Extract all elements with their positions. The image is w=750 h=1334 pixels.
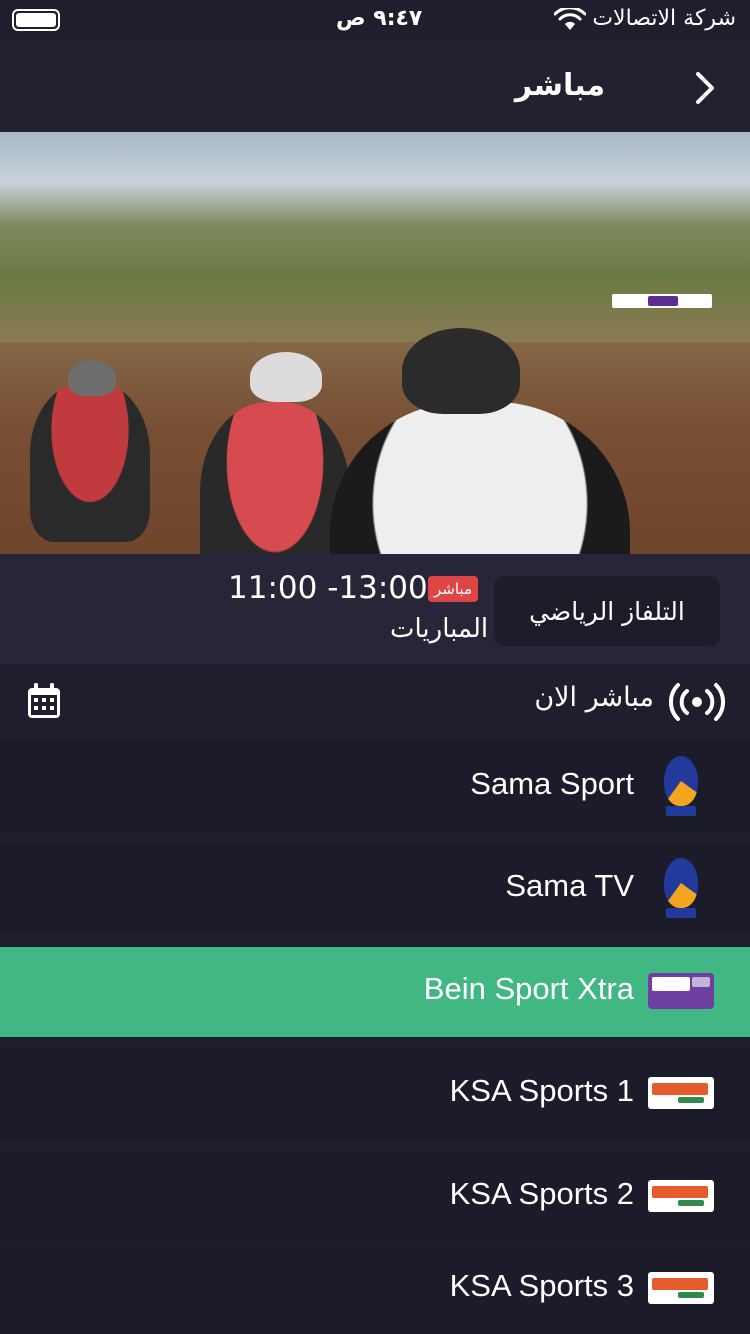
status-time: ٩:٤٧ ص (336, 6, 423, 31)
channel-row-sama-sport[interactable]: Sama Sport (0, 742, 750, 832)
chevron-right-icon[interactable] (688, 68, 720, 108)
program-info: 11:00 -13:00 مباشر المباريات التلفاز الر… (0, 554, 750, 664)
broadcast-icon (668, 683, 726, 721)
carrier-name: شركة الاتصالات (592, 6, 736, 31)
category-button[interactable]: التلفاز الرياضي (494, 576, 720, 646)
channel-name: Sama Sport (470, 766, 634, 801)
section-title: مباشر الان (534, 682, 654, 713)
bein-sports-xtra-logo-icon (648, 973, 714, 1009)
ksa-sports-logo-icon (648, 1272, 714, 1304)
battery-icon (12, 9, 60, 31)
ksa-sports-logo-icon (648, 1077, 714, 1109)
program-time-range: 11:00 -13:00 (228, 570, 428, 606)
page-title: مباشر (514, 68, 606, 103)
live-badge: مباشر (428, 576, 478, 602)
status-bar: ٩:٤٧ ص شركة الاتصالات (0, 0, 750, 40)
channel-name: KSA Sports 3 (449, 1268, 634, 1303)
sama-logo-icon (648, 858, 714, 920)
channel-row-sama-tv[interactable]: Sama TV (0, 844, 750, 934)
ksa-sports-logo-icon (648, 1180, 714, 1212)
video-frame-rider (200, 402, 350, 554)
channel-row-bein-sport-xtra[interactable]: Bein Sport Xtra (0, 947, 750, 1037)
video-frame-rider (30, 382, 150, 542)
channel-row-ksa-sports-3[interactable]: KSA Sports 3 (0, 1244, 750, 1334)
program-title: المباريات (390, 614, 489, 644)
calendar-icon[interactable] (26, 682, 62, 720)
channel-watermark-logo (612, 294, 712, 308)
live-now-header: مباشر الان (0, 664, 750, 740)
channel-name: Sama TV (505, 868, 634, 903)
wifi-icon (554, 8, 586, 30)
channel-row-ksa-sports-2[interactable]: KSA Sports 2 (0, 1152, 750, 1242)
sama-logo-icon (648, 756, 714, 818)
channel-name: KSA Sports 2 (449, 1176, 634, 1211)
video-player[interactable] (0, 132, 750, 554)
navigation-bar: مباشر (0, 40, 750, 132)
channel-name: Bein Sport Xtra (423, 971, 634, 1006)
channel-name: KSA Sports 1 (449, 1073, 634, 1108)
channel-row-ksa-sports-1[interactable]: KSA Sports 1 (0, 1049, 750, 1139)
